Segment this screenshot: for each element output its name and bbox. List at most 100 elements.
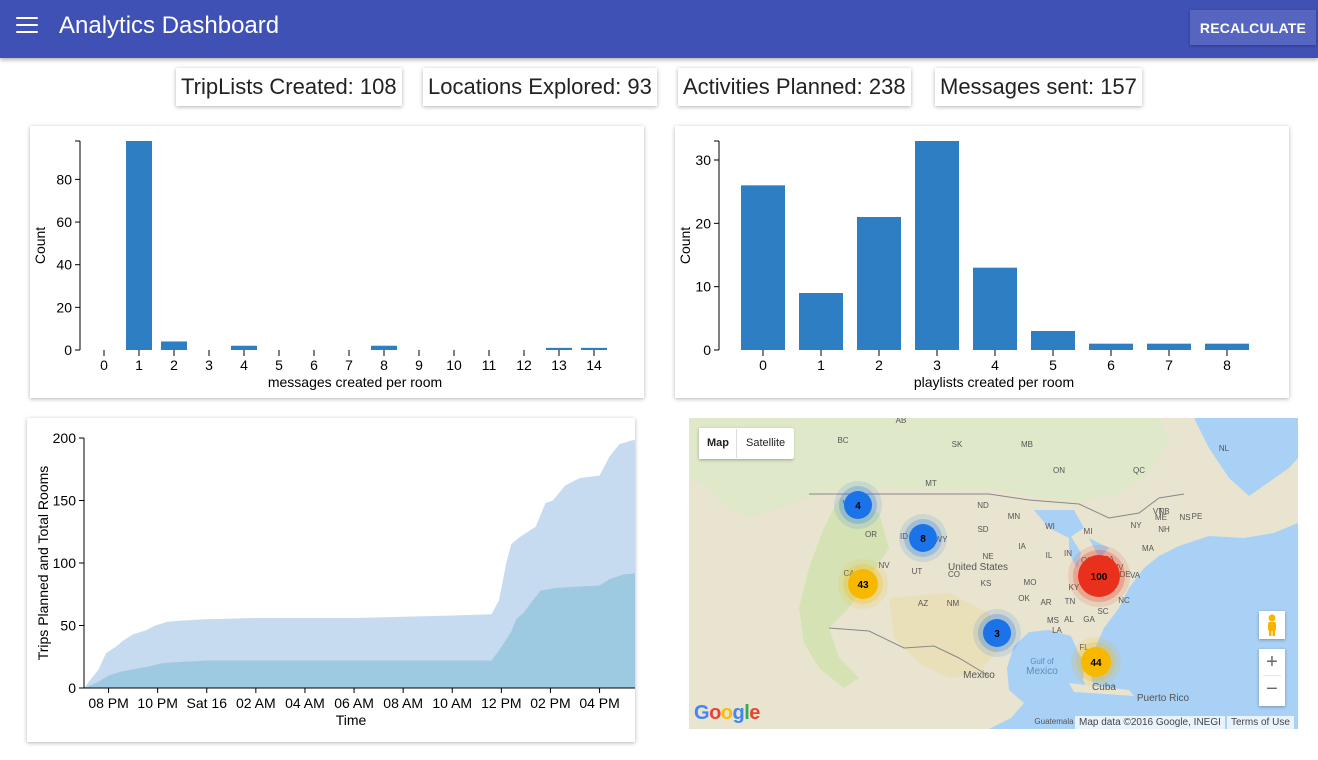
x-tick-label: 6 — [1107, 357, 1115, 373]
map-label: NE — [982, 552, 993, 561]
bar-6 — [1089, 343, 1133, 350]
bar-2 — [857, 217, 901, 350]
cluster-count: 3 — [994, 629, 1000, 640]
map-label: ON — [1053, 466, 1065, 475]
y-axis-label: Count — [677, 227, 693, 264]
stat-triplists-created: TripLists Created: 108 — [176, 68, 402, 106]
y-tick-label: 0 — [68, 680, 76, 696]
recalculate-button[interactable]: RECALCULATE — [1190, 10, 1316, 45]
x-tick-label: 06 AM — [334, 695, 374, 711]
x-tick-label: 13 — [551, 357, 567, 373]
map-label: MT — [925, 479, 937, 488]
y-tick-label: 200 — [53, 430, 77, 446]
x-axis-label: Time — [336, 712, 367, 728]
map-label: OK — [1018, 594, 1030, 603]
cluster-count: 44 — [1090, 658, 1102, 669]
x-tick-label: 08 AM — [383, 695, 423, 711]
map-label: SC — [1097, 607, 1108, 616]
map-label: WI — [1045, 522, 1055, 531]
zoom-in-button[interactable]: + — [1259, 649, 1285, 675]
x-tick-label: 4 — [240, 357, 248, 373]
map-label: MS — [1047, 616, 1059, 625]
x-tick-label: 7 — [1165, 357, 1173, 373]
pegman-control[interactable] — [1259, 611, 1285, 639]
map-label: AZ — [918, 599, 928, 608]
app-header: Analytics Dashboard RECALCULATE — [0, 0, 1318, 58]
bar-14 — [581, 347, 607, 350]
map-label: IN — [1064, 549, 1072, 558]
bar-2 — [161, 341, 187, 350]
y-tick-label: 0 — [64, 342, 72, 358]
map-label: SK — [952, 440, 963, 449]
x-tick-label: 0 — [759, 357, 767, 373]
bar-4 — [973, 267, 1017, 350]
map-label: Guatemala — [1034, 717, 1074, 726]
y-tick-label: 50 — [60, 618, 76, 634]
bar-8 — [1205, 343, 1249, 350]
x-tick-label: 1 — [135, 357, 143, 373]
stat-activities-planned: Activities Planned: 238 — [678, 68, 911, 106]
map-label: QC — [1133, 466, 1145, 475]
cluster-count: 43 — [857, 580, 869, 591]
cluster-count: 8 — [920, 534, 926, 545]
bar-0 — [741, 185, 785, 350]
map-label: VA — [1130, 571, 1141, 580]
x-tick-label: 04 PM — [579, 695, 619, 711]
zoom-out-button[interactable]: − — [1259, 676, 1285, 702]
map-label: MB — [1021, 440, 1033, 449]
map-label: MI — [1084, 527, 1093, 536]
x-tick-label: 0 — [100, 357, 108, 373]
pegman-icon[interactable] — [1259, 611, 1285, 639]
trips-area-chart-card: 0 50 100 150 200 08 PM 10 PM Sat 16 02 AM 04 AM 06… — [27, 418, 639, 742]
x-tick-label: Sat 16 — [187, 695, 228, 711]
map-label: Puerto Rico — [1137, 693, 1190, 704]
map-label: ND — [977, 501, 989, 510]
map-attribution: Map data ©2016 Google, INEGI — [1075, 716, 1225, 729]
map-label: LA — [1052, 626, 1062, 635]
x-tick-label: 9 — [415, 357, 423, 373]
bar-4 — [231, 345, 257, 350]
bar-1 — [126, 141, 152, 350]
map-label: SD — [977, 525, 988, 534]
bar-5 — [1031, 331, 1075, 350]
map-label: VT — [1153, 507, 1163, 516]
map-label: IA — [1018, 542, 1026, 551]
x-tick-label: 02 AM — [236, 695, 276, 711]
y-tick-label: 20 — [695, 215, 711, 231]
x-tick-label: 2 — [170, 357, 178, 373]
map-label: AB — [896, 418, 907, 425]
map-label: BC — [837, 436, 848, 445]
terms-of-use-link[interactable]: Terms of Use — [1227, 716, 1294, 729]
y-tick-label: 10 — [695, 279, 711, 295]
map-label: NL — [1219, 444, 1230, 453]
y-axis-label: Count — [32, 227, 48, 264]
menu-icon[interactable] — [16, 17, 38, 39]
x-tick-label: 5 — [275, 357, 283, 373]
x-tick-label: 10 PM — [137, 695, 177, 711]
map-canvas[interactable]: ABBCSKMBQCNLONWAMTNDMNMENBNSPEORIDWYSDWI… — [689, 418, 1298, 729]
playlists-histogram: 0 10 20 30 0 1 2 3 4 5 6 7 8 playlists created per ro… — [677, 140, 1249, 390]
map-widget[interactable]: ABBCSKMBQCNLONWAMTNDMNMENBNSPEORIDWYSDWI… — [689, 418, 1298, 729]
y-tick-label: 20 — [56, 299, 72, 315]
stat-locations-explored: Locations Explored: 93 — [423, 68, 657, 106]
bar-7 — [1147, 343, 1191, 350]
map-label: NH — [1158, 525, 1170, 534]
map-label: AL — [1064, 615, 1074, 624]
map-label: AR — [1040, 598, 1051, 607]
map-type-map-button[interactable]: Map — [699, 429, 737, 458]
x-tick-label: 3 — [205, 357, 213, 373]
map-type-satellite-button[interactable]: Satellite — [736, 429, 795, 458]
map-label: NS — [1179, 513, 1190, 522]
y-tick-label: 150 — [53, 493, 77, 509]
x-tick-label: 8 — [1223, 357, 1231, 373]
map-label: MN — [1008, 512, 1021, 521]
page-title: Analytics Dashboard — [59, 12, 280, 39]
map-label: MA — [1142, 544, 1155, 553]
x-tick-label: 3 — [933, 357, 941, 373]
x-tick-label: 04 AM — [285, 695, 325, 711]
x-tick-label: 12 PM — [481, 695, 521, 711]
x-tick-label: 4 — [991, 357, 999, 373]
map-label: UT — [912, 567, 923, 576]
google-logo: Google — [694, 702, 760, 724]
x-tick-label: 14 — [586, 357, 602, 373]
